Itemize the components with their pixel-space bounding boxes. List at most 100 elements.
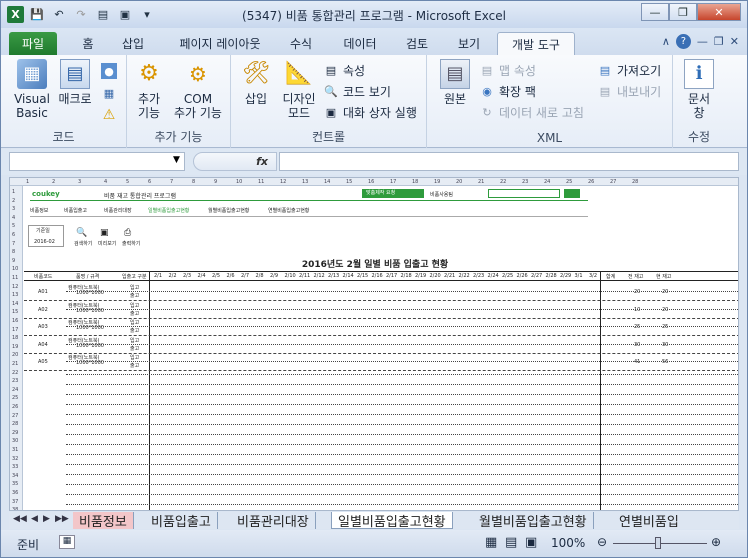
com-addins-button[interactable]: ⚙ COM 추가 기능 [169,59,227,120]
row-header[interactable]: 38 [12,507,18,510]
export-button[interactable]: ▤ 내보내기 [597,82,661,100]
view-code-button[interactable]: 🔍 코드 보기 [323,82,391,100]
preview-icon[interactable]: ▣ [100,228,109,238]
zoom-slider-thumb[interactable] [655,537,661,549]
column-header[interactable]: 12 [280,179,286,185]
column-header[interactable]: 10 [236,179,242,185]
search-field[interactable] [488,189,560,198]
zoom-out-icon[interactable]: ⊖ [597,535,607,549]
row-header[interactable]: 21 [12,361,18,367]
addins-button[interactable]: ⚙ 추가 기능 [133,59,165,121]
menu-item-daily[interactable]: 일별비품입출고현황 [148,207,189,214]
column-header[interactable]: 1 [26,179,29,185]
search-action-label[interactable]: 검색하기 [74,240,92,247]
menu-item-yearly[interactable]: 연별비품입출고현황 [268,207,309,214]
row-header[interactable]: 34 [12,473,18,479]
row-header[interactable]: 11 [12,275,18,281]
column-header[interactable]: 16 [368,179,374,185]
column-header[interactable]: 26 [588,179,594,185]
design-mode-button[interactable]: 📐 디자인 모드 [279,59,319,121]
row-header[interactable]: 33 [12,464,18,470]
row-header[interactable]: 18 [12,335,18,341]
page-break-view-icon[interactable]: ▣ [525,535,537,550]
sheet-tab-daily[interactable]: 일별비품입출고현황 [331,512,453,530]
column-header[interactable]: 2 [52,179,55,185]
row-header[interactable]: 26 [12,404,18,410]
row-header[interactable]: 30 [12,438,18,444]
row-header[interactable]: 7 [12,241,15,247]
row-header[interactable]: 8 [12,249,15,255]
xml-source-button[interactable]: ▤ 원본 [435,59,475,106]
tab-developer[interactable]: 개발 도구 [497,32,575,55]
column-header[interactable]: 13 [302,179,308,185]
zoom-level[interactable]: 100% [551,536,585,550]
doc-restore-icon[interactable]: ❐ [714,35,724,48]
row-header[interactable]: 13 [12,292,18,298]
row-header[interactable]: 29 [12,430,18,436]
custom-request-button[interactable]: 맞춤제작 요청 [362,189,424,198]
tab-view[interactable]: 보기 [449,32,489,55]
row-header[interactable]: 6 [12,232,15,238]
last-sheet-icon[interactable]: ▶▶ [55,514,69,524]
fx-button[interactable]: fx [193,152,277,171]
prev-sheet-icon[interactable]: ◀ [31,514,38,524]
column-header[interactable]: 7 [170,179,173,185]
properties-button[interactable]: ▤ 속성 [323,61,365,79]
macro-button[interactable]: ▤ 매크로 [57,59,93,106]
row-header[interactable]: 32 [12,456,18,462]
restore-button[interactable]: ❐ [669,3,697,21]
row-header[interactable]: 2 [12,198,15,204]
zoom-in-icon[interactable]: ⊕ [711,535,721,549]
expansion-pack-button[interactable]: ◉ 확장 팩 [479,82,536,100]
column-header[interactable]: 19 [434,179,440,185]
column-header[interactable]: 21 [478,179,484,185]
column-header[interactable]: 15 [346,179,352,185]
import-button[interactable]: ▤ 가져오기 [597,61,661,79]
insert-control-button[interactable]: 🛠 삽입 [237,59,275,107]
sheet-tab-ledger[interactable]: 비품관리대장 [231,512,316,530]
row-header[interactable]: 5 [12,223,15,229]
search-action-icon[interactable]: 🔍 [76,228,87,238]
row-header[interactable]: 15 [12,309,18,315]
record-macro-icon[interactable]: ● [101,63,117,79]
sheet-tab-io[interactable]: 비품입출고 [145,512,218,530]
column-header[interactable]: 11 [258,179,264,185]
sheet-tab-yearly[interactable]: 연별비품입 [613,512,685,530]
close-button[interactable]: ✕ [697,3,741,21]
worksheet[interactable]: 1 2 3 4 5 6 7 8 9 10 11 12 13 14 15 16 17 18 19 20 21 22 23 24 2… [9,177,739,511]
sheet-tab-monthly[interactable]: 월별비품입출고현황 [473,512,594,530]
row-header[interactable]: 25 [12,395,18,401]
row-header[interactable]: 28 [12,421,18,427]
column-header[interactable]: 6 [148,179,151,185]
menu-item-ledger[interactable]: 비품관리대장 [104,207,132,214]
normal-view-icon[interactable]: ▦ [485,535,497,550]
doc-minimize-icon[interactable]: — [697,35,708,48]
tab-formulas[interactable]: 수식 [283,32,319,55]
row-header[interactable]: 31 [12,447,18,453]
page-layout-view-icon[interactable]: ▤ [505,535,517,550]
row-header[interactable]: 19 [12,344,18,350]
menu-item-io[interactable]: 비품입출고 [64,207,87,214]
first-sheet-icon[interactable]: ◀◀ [13,514,27,524]
print-label[interactable]: 출력하기 [122,240,140,247]
column-header[interactable]: 8 [192,179,195,185]
macro-record-icon[interactable]: ▦ [59,535,75,549]
menu-item-monthly[interactable]: 월별비품입출고현황 [208,207,249,214]
column-header[interactable]: 24 [544,179,550,185]
row-header[interactable]: 16 [12,318,18,324]
formula-input[interactable] [279,152,739,171]
column-header[interactable]: 9 [214,179,217,185]
name-box[interactable] [9,152,185,171]
tab-page-layout[interactable]: 페이지 레이아웃 [167,32,273,55]
column-header[interactable]: 18 [412,179,418,185]
tab-file[interactable]: 파일 [9,32,57,55]
tab-data[interactable]: 데이터 [335,32,385,55]
run-dialog-button[interactable]: ▣ 대화 상자 실행 [323,103,417,121]
row-header[interactable]: 22 [12,370,18,376]
macro-security-icon[interactable]: ⚠ [101,107,117,123]
row-header[interactable]: 36 [12,490,18,496]
period-value[interactable]: 2016-02 [34,239,55,245]
row-header[interactable]: 12 [12,284,18,290]
column-header[interactable]: 23 [522,179,528,185]
row-header[interactable]: 17 [12,327,18,333]
